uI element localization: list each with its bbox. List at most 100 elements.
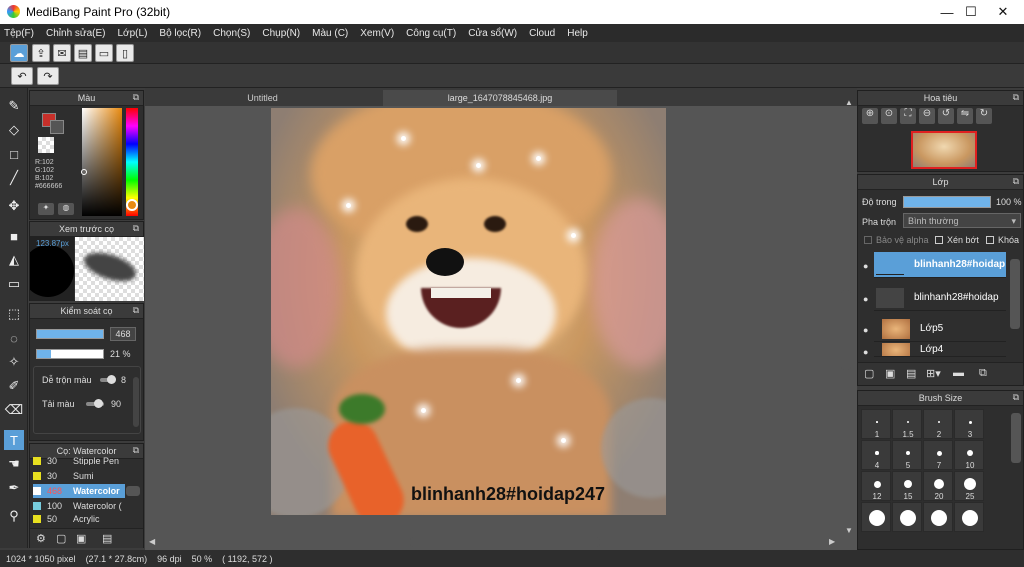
transparent-swatch[interactable] xyxy=(38,137,54,153)
layer-visibility-icon[interactable]: ● xyxy=(863,325,868,335)
brush-tool-icon[interactable]: ✎ xyxy=(4,96,24,116)
artwork-canvas[interactable]: blinhanh28#hoidap247 xyxy=(271,108,666,515)
color-picker-cursor[interactable] xyxy=(81,169,87,175)
rotate-right-icon[interactable]: ↻ xyxy=(976,108,992,124)
new-halftone-layer-icon[interactable]: ▣ xyxy=(885,367,895,380)
brush-size-cell[interactable]: 3 xyxy=(954,409,984,439)
gradient-tool-icon[interactable]: ▭ xyxy=(4,274,24,294)
menu-edit[interactable]: Chỉnh sửa(E) xyxy=(46,28,106,39)
popout-icon[interactable]: ⧉ xyxy=(1013,392,1019,403)
new-8bit-layer-icon[interactable]: ▤ xyxy=(906,367,916,380)
menu-help[interactable]: Help xyxy=(567,28,588,39)
brush-item-selected[interactable]: 468 Watercolor xyxy=(33,484,125,498)
new-layer-icon[interactable]: ▢ xyxy=(864,367,874,380)
undo-icon[interactable]: ↶ xyxy=(11,67,33,85)
navigator-thumbnail[interactable] xyxy=(911,131,977,169)
brush-size-cell[interactable]: 1.5 xyxy=(892,409,922,439)
upload-icon[interactable]: ⇪ xyxy=(32,44,50,62)
popout-icon[interactable]: ⧉ xyxy=(133,92,139,103)
color-wheel-icon[interactable]: ◍ xyxy=(58,203,74,215)
menu-cloud[interactable]: Cloud xyxy=(529,28,555,39)
eraser-tool-icon[interactable]: ◇ xyxy=(4,120,24,140)
menu-filter[interactable]: Bộ lọc(R) xyxy=(159,28,201,39)
brush-settings-icon[interactable]: ⚙ xyxy=(36,532,46,545)
saturation-value-picker[interactable] xyxy=(82,108,122,216)
zoom-out-icon[interactable]: ⊖ xyxy=(919,108,935,124)
new-brush-icon[interactable]: ▢ xyxy=(56,532,66,545)
popout-icon[interactable]: ⧉ xyxy=(133,445,139,456)
chat-icon[interactable]: ▤ xyxy=(74,44,92,62)
scroll-down-icon[interactable]: ▼ xyxy=(845,526,853,535)
popout-icon[interactable]: ⧉ xyxy=(1013,176,1019,187)
operation-tool-icon[interactable]: ☚ xyxy=(4,454,24,474)
options-scrollbar[interactable] xyxy=(133,377,139,427)
close-button[interactable]: ✕ xyxy=(980,0,1024,24)
add-layer-menu-icon[interactable]: ⊞▾ xyxy=(926,367,941,380)
menu-window[interactable]: Cửa sổ(W) xyxy=(468,28,517,39)
page-icon[interactable]: ▯ xyxy=(116,44,134,62)
scroll-left-icon[interactable]: ◀ xyxy=(149,537,155,546)
lasso-tool-icon[interactable]: ◌ xyxy=(4,328,24,348)
brush-size-cell[interactable]: 2 xyxy=(923,409,953,439)
brush-size-slider[interactable] xyxy=(36,329,104,339)
menu-tools[interactable]: Công cụ(T) xyxy=(406,28,456,39)
brush-size-cell[interactable]: 20 xyxy=(923,471,953,501)
canvas-vertical-scrollbar[interactable] xyxy=(841,290,851,370)
brush-size-cell[interactable]: 1 xyxy=(861,409,891,439)
layer-row[interactable]: Lớp5 xyxy=(874,316,1006,342)
zoom-fit-icon[interactable]: ⊙ xyxy=(881,108,897,124)
brush-size-cell[interactable] xyxy=(954,502,984,532)
layer-visibility-icon[interactable]: ● xyxy=(863,347,868,357)
reload-slider-handle[interactable] xyxy=(94,399,103,408)
select-pen-icon[interactable]: ✐ xyxy=(4,376,24,396)
folder-icon[interactable]: ▬ xyxy=(953,367,964,379)
fit-window-icon[interactable]: ⛶ xyxy=(900,108,916,124)
background-color-swatch[interactable] xyxy=(50,120,64,134)
menu-file[interactable]: Tệp(F) xyxy=(4,28,34,39)
lock-checkbox[interactable] xyxy=(986,236,994,244)
tab-untitled[interactable]: Untitled xyxy=(195,90,330,106)
brush-size-cell[interactable]: 15 xyxy=(892,471,922,501)
clipping-checkbox[interactable] xyxy=(935,236,943,244)
eyedropper-tool-icon[interactable]: ✒ xyxy=(4,478,24,498)
menu-layer[interactable]: Lớp(L) xyxy=(118,28,148,39)
brush-opacity-slider[interactable] xyxy=(36,349,104,359)
magic-wand-icon[interactable]: ✧ xyxy=(4,352,24,372)
blend-slider-handle[interactable] xyxy=(107,375,116,384)
text-tool-icon[interactable]: T xyxy=(4,430,24,450)
brush-size-cell[interactable]: 4 xyxy=(861,440,891,470)
brush-size-cell[interactable] xyxy=(892,502,922,532)
popout-icon[interactable]: ⧉ xyxy=(133,223,139,234)
brush-size-scrollbar[interactable] xyxy=(1011,413,1021,463)
comment-icon[interactable]: ✉ xyxy=(53,44,71,62)
brush-size-cell[interactable]: 10 xyxy=(954,440,984,470)
layer-scrollbar[interactable] xyxy=(1010,259,1020,329)
scroll-up-icon[interactable]: ▲ xyxy=(845,98,853,107)
layer-opacity-slider[interactable] xyxy=(903,196,991,208)
cloud-icon[interactable]: ☁ xyxy=(10,44,28,62)
flip-icon[interactable]: ⇋ xyxy=(957,108,973,124)
canvas-horizontal-scrollbar[interactable] xyxy=(410,537,600,547)
hue-slider-handle[interactable] xyxy=(126,199,138,211)
menu-snap[interactable]: Chụp(N) xyxy=(262,28,300,39)
palette-icon[interactable]: ✦ xyxy=(38,203,54,215)
menu-color[interactable]: Màu (C) xyxy=(312,28,348,39)
redo-icon[interactable]: ↷ xyxy=(37,67,59,85)
layer-row[interactable]: Lớp4 xyxy=(874,343,1006,357)
brush-size-cell[interactable] xyxy=(923,502,953,532)
line-tool-icon[interactable]: ╱ xyxy=(4,168,24,188)
layer-visibility-icon[interactable]: ● xyxy=(863,294,868,304)
fill-rect-tool-icon[interactable]: ■ xyxy=(4,226,24,246)
popout-icon[interactable]: ⧉ xyxy=(133,305,139,316)
rotate-left-icon[interactable]: ↺ xyxy=(938,108,954,124)
tab-active-document[interactable]: large_1647078845468.jpg xyxy=(383,90,617,106)
brush-size-value[interactable]: 468 xyxy=(110,327,136,341)
layer-visibility-icon[interactable]: ● xyxy=(863,261,868,271)
menu-view[interactable]: Xem(V) xyxy=(360,28,394,39)
popout-icon[interactable]: ⧉ xyxy=(1013,92,1019,103)
layer-blend-select[interactable]: Bình thường ▾ xyxy=(903,213,1021,228)
rectangle-tool-icon[interactable]: □ xyxy=(4,144,24,164)
document-icon[interactable]: ▭ xyxy=(95,44,113,62)
menu-select[interactable]: Chọn(S) xyxy=(213,28,250,39)
move-tool-icon[interactable]: ✥ xyxy=(4,196,24,216)
